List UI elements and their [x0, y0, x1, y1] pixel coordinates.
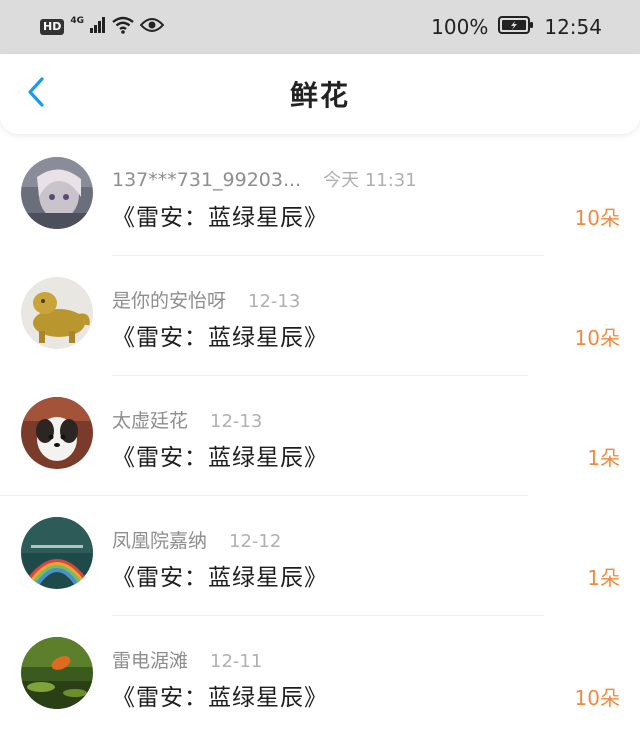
list-item[interactable]: 雷电涺滩 12-11 《雷安：蓝绿星辰》 10朵 [0, 616, 640, 736]
avatar [21, 277, 93, 349]
book-title: 《雷安：蓝绿星辰》 [112, 565, 328, 591]
eye-icon [139, 17, 165, 37]
timestamp: 12-13 [248, 291, 301, 312]
battery-percent: 100% [431, 15, 489, 39]
flower-count: 1朵 [587, 446, 620, 470]
timestamp: 12-11 [210, 651, 263, 672]
signal-icon [90, 17, 106, 37]
book-title: 《雷安：蓝绿星辰》 [112, 325, 328, 351]
status-icons-left: HD 4G [40, 16, 165, 38]
username: 137***731_99203... [112, 169, 302, 191]
username: 太虚廷花 [112, 410, 189, 432]
avatar [21, 637, 93, 709]
avatar [21, 397, 93, 469]
book-title: 《雷安：蓝绿星辰》 [112, 445, 328, 471]
wifi-icon [112, 16, 134, 38]
list-item[interactable]: 是你的安怡呀 12-13 《雷安：蓝绿星辰》 10朵 [0, 256, 640, 376]
status-bar: HD 4G 100% 12:54 [0, 0, 640, 54]
timestamp: 12-13 [210, 411, 263, 432]
flower-count: 10朵 [574, 206, 620, 230]
user-line: 太虚廷花 12-13 [112, 406, 262, 433]
clock: 12:54 [544, 15, 602, 39]
timestamp: 12-12 [229, 531, 282, 552]
flower-count: 1朵 [587, 566, 620, 590]
username: 雷电涺滩 [112, 650, 189, 672]
username: 是你的安怡呀 [112, 290, 227, 312]
book-title: 《雷安：蓝绿星辰》 [112, 685, 328, 711]
hd-badge: HD [40, 19, 65, 35]
page-title: 鲜花 [289, 79, 350, 112]
list-item[interactable]: 凤凰院嘉纳 12-12 《雷安：蓝绿星辰》 1朵 [0, 496, 640, 616]
avatar [21, 517, 93, 589]
list-item[interactable]: 太虚廷花 12-13 《雷安：蓝绿星辰》 1朵 [0, 376, 640, 496]
user-line: 是你的安怡呀 12-13 [112, 286, 300, 313]
flower-count: 10朵 [574, 326, 620, 350]
user-line: 雷电涺滩 12-11 [112, 646, 262, 673]
status-icons-right: 100% 12:54 [431, 15, 602, 40]
username: 凤凰院嘉纳 [112, 530, 208, 552]
list-item[interactable]: 137***731_99203... 今天 11:31 《雷安：蓝绿星辰》 10… [0, 136, 640, 256]
app-header: 鲜花 [0, 54, 640, 134]
flower-count: 10朵 [574, 686, 620, 710]
timestamp: 今天 11:31 [323, 170, 417, 191]
network-type: 4G [70, 16, 84, 26]
avatar [21, 157, 93, 229]
user-line: 137***731_99203... 今天 11:31 [112, 166, 417, 192]
user-line: 凤凰院嘉纳 12-12 [112, 526, 281, 553]
battery-icon [498, 15, 534, 40]
flower-list: 137***731_99203... 今天 11:31 《雷安：蓝绿星辰》 10… [0, 136, 640, 736]
book-title: 《雷安：蓝绿星辰》 [112, 205, 328, 231]
